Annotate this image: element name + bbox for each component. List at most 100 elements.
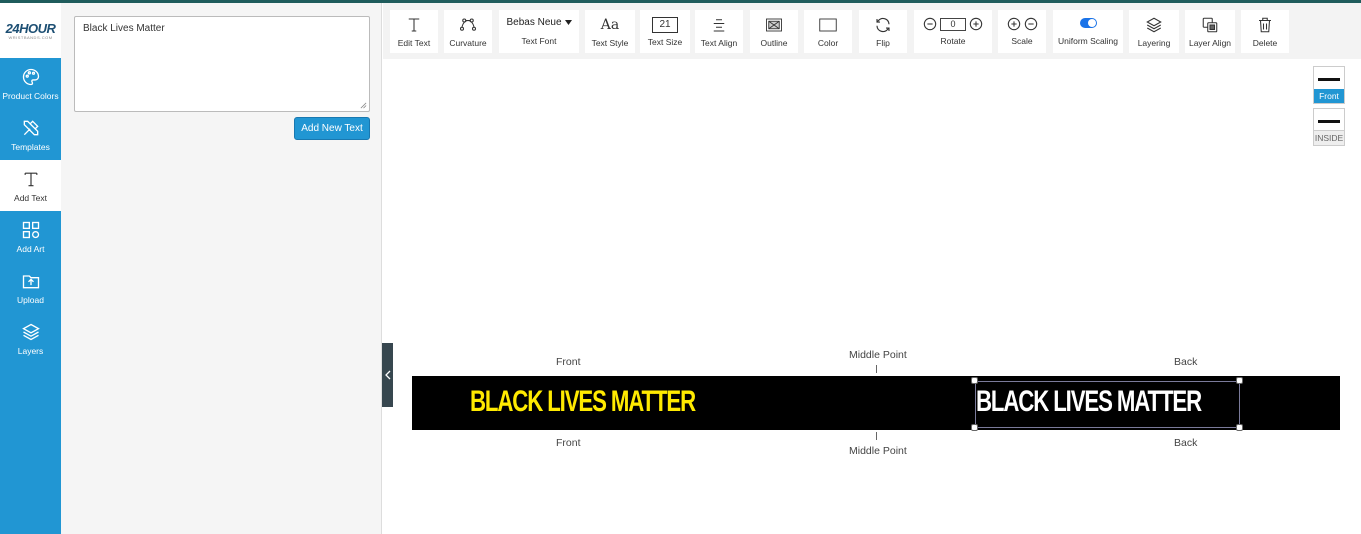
text-input[interactable]: Black Lives Matter [74, 16, 370, 112]
nav-label-product-colors: Product Colors [2, 90, 59, 101]
palette-icon [22, 68, 39, 85]
text-style-label: Text Style [591, 37, 629, 48]
trash-icon [1259, 17, 1271, 32]
add-new-text-button[interactable]: Add New Text [294, 117, 370, 140]
text-icon [408, 17, 420, 32]
left-navigation: 24HOUR WRISTBANDS.COM Product Colors Tem… [0, 3, 61, 534]
nav-add-art[interactable]: Add Art [0, 211, 61, 262]
font-select[interactable]: Bebas Neue [506, 17, 572, 28]
delete-button[interactable]: Delete [1241, 10, 1289, 53]
art-icon [22, 221, 39, 238]
flip-button[interactable]: Flip [859, 10, 907, 53]
middle-marker-bottom [876, 432, 877, 440]
rotate-control: 0 Rotate [914, 10, 992, 53]
upload-folder-icon [22, 274, 39, 288]
edit-text-label: Edit Text [397, 37, 431, 48]
chevron-left-icon [384, 370, 390, 380]
nav-label-templates: Templates [11, 141, 50, 152]
outline-button[interactable]: Outline [750, 10, 798, 53]
plus-circle-icon[interactable] [969, 17, 983, 31]
zoom-in-icon[interactable] [1007, 17, 1021, 31]
layering-button[interactable]: Layering [1129, 10, 1179, 53]
uniform-scaling-toggle[interactable]: Uniform Scaling [1053, 10, 1123, 53]
layer-align-label: Layer Align [1188, 37, 1232, 48]
flip-label: Flip [876, 37, 890, 48]
minus-circle-icon[interactable] [923, 17, 937, 31]
strap-preview-icon [1318, 78, 1340, 81]
uniform-scaling-label: Uniform Scaling [1058, 35, 1118, 46]
color-swatch-icon [819, 18, 837, 31]
delete-label: Delete [1252, 37, 1278, 48]
text-panel: Black Lives Matter Add New Text [61, 3, 382, 534]
text-style-button[interactable]: Aa Text Style [585, 10, 635, 53]
color-button[interactable]: Color [804, 10, 852, 53]
view-inside-button[interactable]: INSIDE [1313, 108, 1345, 146]
middle-marker-top [876, 365, 877, 373]
outline-icon [766, 18, 782, 31]
layers-icon [21, 323, 40, 340]
refresh-icon [876, 17, 890, 32]
label-back-top: Back [1174, 356, 1198, 368]
view-front-button[interactable]: Front [1313, 66, 1345, 104]
layering-label: Layering [1137, 37, 1171, 48]
text-style-glyph-icon: Aa [600, 16, 620, 33]
nav-templates[interactable]: Templates [0, 109, 61, 160]
scale-label: Scale [1011, 36, 1033, 46]
curvature-label: Curvature [449, 37, 487, 48]
selection-box[interactable] [975, 381, 1240, 428]
toolbar: Edit Text Curvature Bebas Neue Text Font… [383, 3, 1361, 59]
resize-handle[interactable] [971, 377, 978, 384]
label-front-bottom: Front [556, 437, 581, 449]
text-icon [24, 172, 37, 186]
view-front-label: Front [1314, 89, 1344, 103]
edit-text-button[interactable]: Edit Text [390, 10, 438, 53]
caret-down-icon [564, 20, 572, 25]
nav-label-upload: Upload [17, 294, 44, 305]
layer-align-button[interactable]: Layer Align [1185, 10, 1235, 53]
label-back-bottom: Back [1174, 437, 1198, 449]
curve-nodes-icon [459, 17, 477, 31]
text-align-button[interactable]: Text Align [695, 10, 743, 53]
scale-control: Scale [998, 10, 1046, 53]
rotate-input[interactable]: 0 [940, 17, 966, 31]
text-align-label: Text Align [700, 37, 738, 48]
text-input-value: Black Lives Matter [83, 23, 165, 34]
layer-align-icon [1202, 17, 1218, 32]
nav-product-colors[interactable]: Product Colors [0, 58, 61, 109]
label-front-top: Front [556, 356, 581, 368]
tools-icon [23, 119, 39, 135]
resize-handle[interactable] [971, 424, 978, 431]
resize-grip-icon[interactable] [360, 102, 367, 109]
curvature-button[interactable]: Curvature [444, 10, 492, 53]
nav-label-add-text: Add Text [14, 192, 47, 203]
nav-add-text[interactable]: Add Text [0, 160, 61, 211]
nav-upload[interactable]: Upload [0, 262, 61, 313]
layers-icon [1146, 17, 1162, 32]
nav-layers[interactable]: Layers [0, 313, 61, 364]
color-label: Color [817, 37, 839, 48]
rotate-label: Rotate [940, 36, 966, 46]
align-center-icon [713, 18, 725, 32]
zoom-out-icon[interactable] [1024, 17, 1038, 31]
text-size-value[interactable]: 21 [652, 16, 678, 33]
front-text-element[interactable]: BLACK LIVES MATTER [470, 379, 696, 425]
outline-label: Outline [760, 37, 788, 48]
nav-label-add-art: Add Art [16, 243, 45, 254]
nav-label-layers: Layers [17, 345, 44, 356]
text-font-label: Text Font [521, 36, 557, 46]
collapse-panel-button[interactable] [382, 343, 393, 407]
label-middle-bottom: Middle Point [849, 445, 907, 457]
view-inside-label: INSIDE [1314, 130, 1344, 145]
resize-handle[interactable] [1236, 424, 1243, 431]
logo[interactable]: 24HOUR WRISTBANDS.COM [0, 3, 61, 58]
text-font-button[interactable]: Bebas Neue Text Font [499, 10, 579, 53]
resize-handle[interactable] [1236, 377, 1243, 384]
logo-brand: 24HOUR [5, 21, 56, 36]
logo-tagline: WRISTBANDS.COM [8, 35, 53, 40]
font-select-value: Bebas Neue [506, 17, 562, 28]
text-size-button[interactable]: 21 Text Size [640, 10, 690, 53]
strap-preview-icon [1318, 120, 1340, 123]
text-size-label: Text Size [647, 36, 683, 47]
toggle-switch[interactable] [1079, 17, 1097, 28]
label-middle-top: Middle Point [849, 349, 907, 361]
